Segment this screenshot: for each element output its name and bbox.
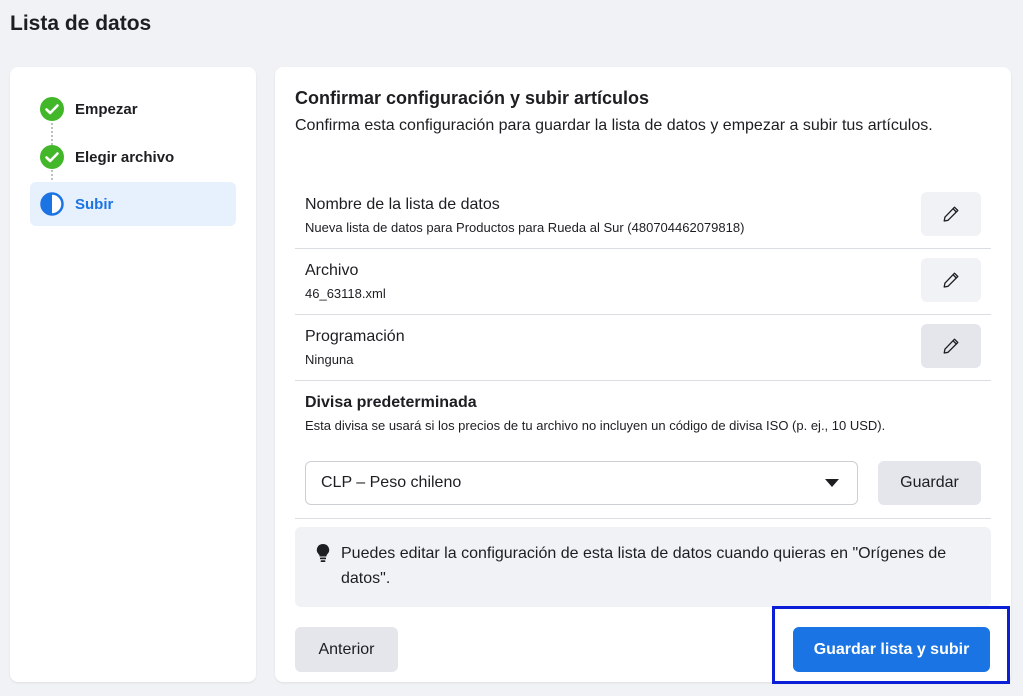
lightbulb-icon	[316, 544, 330, 562]
check-circle-icon	[40, 97, 64, 121]
half-circle-progress-icon	[40, 192, 64, 216]
steps-panel: Empezar Elegir archivo Subir	[10, 67, 256, 682]
pencil-icon	[943, 272, 959, 288]
setting-row-schedule: Programación Ninguna	[295, 315, 991, 381]
edit-feed-name-button[interactable]	[921, 192, 981, 236]
step-label: Subir	[75, 195, 114, 213]
save-currency-button[interactable]: Guardar	[878, 461, 981, 505]
currency-select[interactable]: CLP – Peso chileno	[305, 461, 858, 505]
row-title: Nombre de la lista de datos	[305, 196, 500, 213]
setting-row-file: Archivo 46_63118.xml	[295, 249, 991, 315]
step-label: Empezar	[75, 100, 138, 118]
pencil-icon	[943, 206, 959, 222]
edit-file-button[interactable]	[921, 258, 981, 302]
currency-selected-value: CLP – Peso chileno	[321, 474, 462, 491]
check-circle-icon	[40, 145, 64, 169]
currency-title: Divisa predeterminada	[305, 394, 477, 411]
section-title: Confirmar configuración y subir artículo…	[295, 88, 650, 108]
row-value: 46_63118.xml	[305, 286, 386, 301]
currency-description: Esta divisa se usará si los precios de t…	[305, 418, 886, 433]
confirm-panel: Confirmar configuración y subir artículo…	[275, 67, 1011, 682]
page-title: Lista de datos	[10, 12, 152, 35]
step-elegir-archivo[interactable]: Elegir archivo	[30, 135, 236, 179]
section-description: Confirma esta configuración para guardar…	[295, 117, 933, 134]
step-subir[interactable]: Subir	[30, 182, 236, 226]
previous-button[interactable]: Anterior	[295, 627, 398, 672]
setting-row-feed-name: Nombre de la lista de datos Nueva lista …	[295, 183, 991, 249]
row-value: Nueva lista de datos para Productos para…	[305, 220, 745, 235]
row-title: Programación	[305, 328, 405, 345]
pencil-icon	[943, 338, 959, 354]
edit-schedule-button[interactable]	[921, 324, 981, 368]
step-empezar[interactable]: Empezar	[30, 87, 236, 131]
info-notice: Puedes editar la configuración de esta l…	[295, 527, 991, 607]
divider	[295, 518, 991, 519]
caret-down-icon	[825, 479, 839, 487]
row-value: Ninguna	[305, 352, 354, 367]
row-title: Archivo	[305, 262, 359, 279]
info-text: Puedes editar la configuración de esta l…	[341, 545, 947, 587]
step-label: Elegir archivo	[75, 148, 175, 166]
save-and-upload-button[interactable]: Guardar lista y subir	[793, 627, 990, 672]
